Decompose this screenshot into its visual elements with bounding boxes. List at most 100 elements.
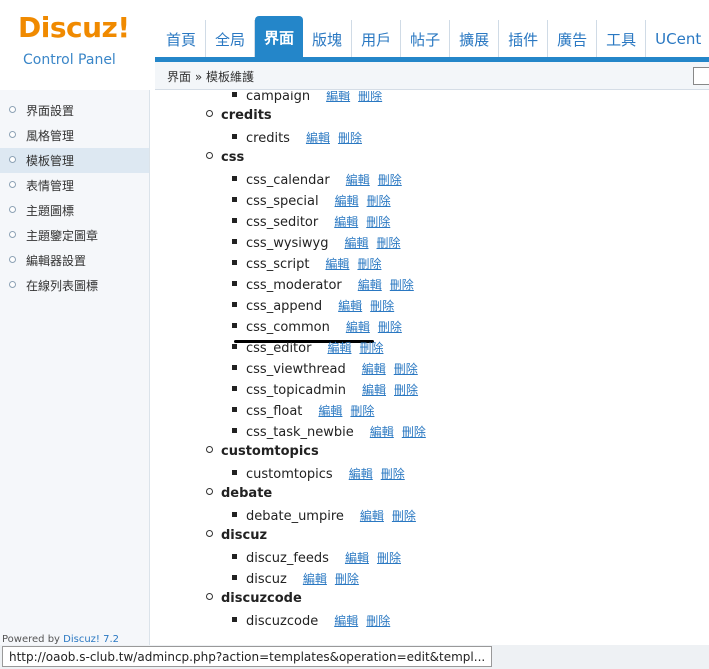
square-bullet-icon xyxy=(232,617,237,622)
nav-tab-9[interactable]: 工具 xyxy=(597,20,647,58)
edit-link[interactable]: 編輯 xyxy=(358,278,382,292)
template-group-name: discuz xyxy=(221,528,268,543)
edit-link[interactable]: 編輯 xyxy=(346,173,370,187)
delete-link[interactable]: 刪除 xyxy=(378,173,402,187)
delete-link[interactable]: 刪除 xyxy=(357,257,381,271)
edit-link[interactable]: 編輯 xyxy=(303,572,327,586)
delete-link[interactable]: 刪除 xyxy=(350,404,374,418)
sidebar-item-4[interactable]: 主題圖標 xyxy=(0,198,149,223)
delete-link[interactable]: 刪除 xyxy=(366,614,390,628)
delete-link[interactable]: 刪除 xyxy=(394,383,418,397)
edit-link[interactable]: 編輯 xyxy=(335,194,359,208)
top-nav: 首頁 全局 界面 版塊 用戶 帖子 擴展 插件 廣告 工具 UCent xyxy=(157,16,709,58)
sidebar-item-label: 在線列表圖標 xyxy=(26,279,99,293)
edit-link[interactable]: 編輯 xyxy=(338,299,362,313)
template-file-name: css_append xyxy=(246,299,323,314)
nav-tab-0[interactable]: 首頁 xyxy=(157,20,207,58)
bullet-icon xyxy=(9,156,16,163)
bullet-icon xyxy=(9,231,16,238)
delete-link[interactable]: 刪除 xyxy=(390,278,414,292)
delete-link[interactable]: 刪除 xyxy=(367,194,391,208)
delete-link[interactable]: 刪除 xyxy=(359,341,383,355)
sidebar-item-3[interactable]: 表情管理 xyxy=(0,173,149,198)
nav-tab-3[interactable]: 版塊 xyxy=(303,20,353,58)
edit-link[interactable]: 編輯 xyxy=(349,467,373,481)
template-file-row: css_editor 編輯 刪除 xyxy=(232,339,383,356)
circle-bullet-icon xyxy=(206,152,213,159)
sidebar-item-label: 主題圖標 xyxy=(26,204,75,218)
edit-link[interactable]: 編輯 xyxy=(325,257,349,271)
template-file-name: css_script xyxy=(246,257,310,272)
nav-tab-6[interactable]: 擴展 xyxy=(450,20,500,58)
template-file-name: debate_umpire xyxy=(246,509,344,524)
square-bullet-icon xyxy=(232,554,237,559)
sidebar-item-1[interactable]: 風格管理 xyxy=(0,123,149,148)
nav-tab-10[interactable]: UCent xyxy=(646,20,709,58)
template-file-row: css_viewthread 編輯 刪除 xyxy=(232,360,418,377)
edit-link[interactable]: 編輯 xyxy=(370,425,394,439)
delete-link[interactable]: 刪除 xyxy=(335,572,359,586)
square-bullet-icon xyxy=(232,218,237,223)
delete-link[interactable]: 刪除 xyxy=(402,425,426,439)
delete-link[interactable]: 刪除 xyxy=(370,299,394,313)
edit-link[interactable]: 編輯 xyxy=(327,341,351,355)
square-bullet-icon xyxy=(232,344,237,349)
square-bullet-icon xyxy=(232,575,237,580)
nav-tab-5[interactable]: 帖子 xyxy=(401,20,451,58)
delete-link[interactable]: 刪除 xyxy=(377,236,401,250)
edit-link[interactable]: 編輯 xyxy=(326,91,350,103)
nav-tab-8[interactable]: 廣告 xyxy=(548,20,598,58)
template-file-row: css_seditor 編輯 刪除 xyxy=(232,213,390,230)
delete-link[interactable]: 刪除 xyxy=(378,320,402,334)
template-group: customtopics xyxy=(206,444,319,459)
template-file-row: css_topicadmin 編輯 刪除 xyxy=(232,381,418,398)
discuz-logo[interactable]: Discuz! xyxy=(18,14,130,42)
sidebar-item-label: 表情管理 xyxy=(26,179,75,193)
delete-link[interactable]: 刪除 xyxy=(366,215,390,229)
template-file-row: css_special 編輯 刪除 xyxy=(232,192,391,209)
template-list: campaign 編輯 刪除 credits credits 編輯 刪除 css css_cal… xyxy=(156,91,709,645)
sidebar-item-2[interactable]: 模板管理 xyxy=(0,148,149,173)
delete-link[interactable]: 刪除 xyxy=(392,509,416,523)
edit-link[interactable]: 編輯 xyxy=(360,509,384,523)
nav-tab-7[interactable]: 插件 xyxy=(499,20,549,58)
template-file-name: campaign xyxy=(246,91,311,104)
square-bullet-icon xyxy=(232,323,237,328)
nav-tab-2[interactable]: 界面 xyxy=(255,16,304,58)
template-file-row: customtopics 編輯 刪除 xyxy=(232,465,405,482)
delete-link[interactable]: 刪除 xyxy=(394,362,418,376)
breadcrumb-bar: 界面 » 模板維護 xyxy=(155,62,709,90)
square-bullet-icon xyxy=(232,386,237,391)
edit-link[interactable]: 編輯 xyxy=(362,383,386,397)
template-file-name: css_calendar xyxy=(246,173,330,188)
delete-link[interactable]: 刪除 xyxy=(358,91,382,103)
template-file-row: debate_umpire 編輯 刪除 xyxy=(232,507,416,524)
edit-link[interactable]: 編輯 xyxy=(306,131,330,145)
nav-tab-4[interactable]: 用戶 xyxy=(352,20,402,58)
edit-link[interactable]: 編輯 xyxy=(362,362,386,376)
sidebar-item-6[interactable]: 編輯器設置 xyxy=(0,248,149,273)
status-url: http://oaob.s-club.tw/admincp.php?action… xyxy=(2,646,493,667)
nav-tab-1[interactable]: 全局 xyxy=(206,20,256,58)
edit-link[interactable]: 編輯 xyxy=(334,215,358,229)
search-input[interactable] xyxy=(693,67,709,85)
sidebar-item-0[interactable]: 界面設置 xyxy=(0,98,149,123)
square-bullet-icon xyxy=(232,176,237,181)
template-file-row: discuz_feeds 編輯 刪除 xyxy=(232,549,401,566)
delete-link[interactable]: 刪除 xyxy=(338,131,362,145)
edit-link[interactable]: 編輯 xyxy=(334,614,358,628)
edit-link[interactable]: 編輯 xyxy=(318,404,342,418)
edit-link[interactable]: 編輯 xyxy=(345,551,369,565)
edit-link[interactable]: 編輯 xyxy=(344,236,368,250)
sidebar-item-5[interactable]: 主題鑒定圖章 xyxy=(0,223,149,248)
delete-link[interactable]: 刪除 xyxy=(381,467,405,481)
delete-link[interactable]: 刪除 xyxy=(377,551,401,565)
square-bullet-icon xyxy=(232,197,237,202)
sidebar-item-7[interactable]: 在線列表圖標 xyxy=(0,273,149,298)
template-file-row: discuzcode 編輯 刪除 xyxy=(232,612,390,629)
square-bullet-icon xyxy=(232,134,237,139)
template-group: credits xyxy=(206,108,272,123)
edit-link[interactable]: 編輯 xyxy=(346,320,370,334)
circle-bullet-icon xyxy=(206,110,213,117)
circle-bullet-icon xyxy=(206,593,213,600)
